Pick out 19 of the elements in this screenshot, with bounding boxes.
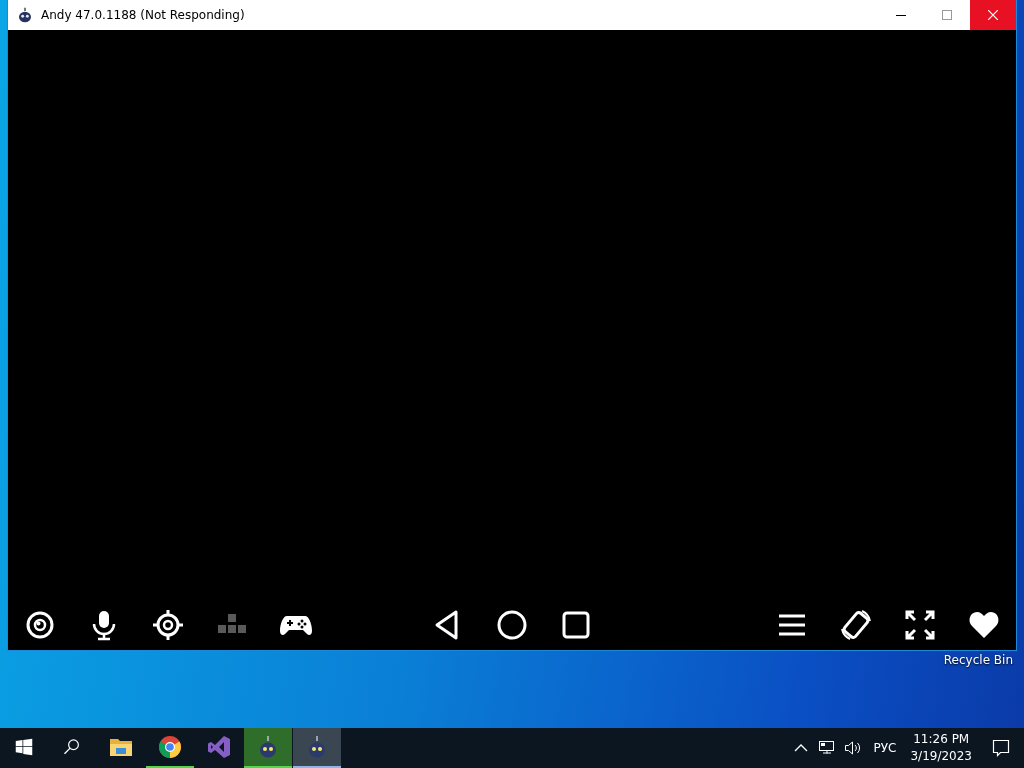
window-title: Andy 47.0.1188 (Not Responding) — [41, 8, 246, 22]
robot-icon — [17, 7, 33, 23]
rotate-icon — [838, 607, 874, 643]
chrome-logo-icon — [158, 735, 182, 759]
crosshair-icon — [150, 607, 186, 643]
search-icon — [63, 738, 81, 756]
network-icon — [817, 740, 836, 756]
clock[interactable]: 11:26 PM 3/19/2023 — [904, 728, 978, 768]
speaker-icon — [843, 740, 862, 756]
windows-logo-icon — [14, 738, 33, 756]
taskbar-app-button[interactable] — [244, 728, 292, 768]
close-icon — [988, 10, 998, 20]
speech-bubble-icon — [992, 739, 1010, 757]
language-indicator[interactable]: РУС — [865, 728, 905, 768]
chevron-up-icon — [793, 743, 808, 753]
desktop-icon-label[interactable]: Recycle Bin — [943, 653, 1013, 667]
infinity-logo-icon — [207, 735, 231, 759]
taskbar-app-button[interactable] — [293, 728, 341, 768]
maximize-icon — [942, 10, 952, 20]
